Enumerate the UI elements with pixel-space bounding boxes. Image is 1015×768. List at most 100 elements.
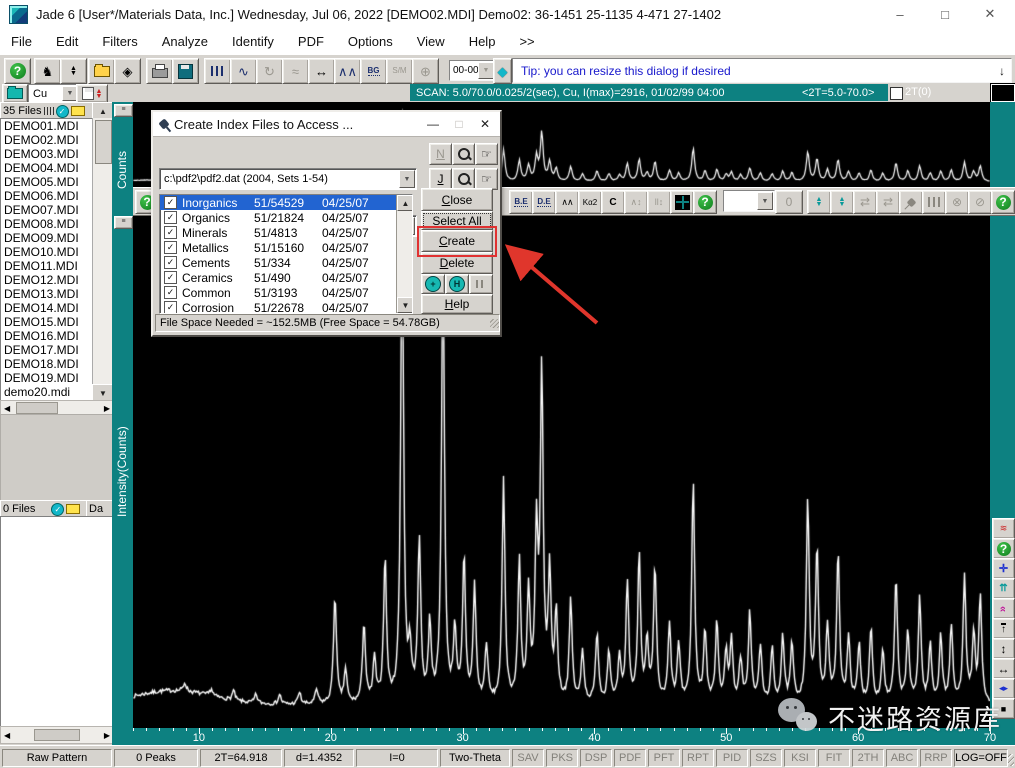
status-mode-2th[interactable]: 2TH: [852, 749, 884, 767]
kalpha2-button[interactable]: Kα2: [578, 190, 602, 214]
report-spinner-button[interactable]: ▲ ▼: [76, 84, 108, 103]
bars-up-button[interactable]: ll↕: [647, 190, 671, 214]
checkbox[interactable]: ✓: [164, 301, 177, 313]
file-list-item[interactable]: DEMO02.MDI: [1, 133, 93, 147]
status-mode-pft[interactable]: PFT: [648, 749, 680, 767]
menu-item-identify[interactable]: Identify: [232, 30, 274, 53]
file-list[interactable]: DEMO01.MDI DEMO02.MDI DEMO03.MDI DEMO04.MDI…: [0, 118, 94, 402]
file-list-item[interactable]: DEMO11.MDI: [1, 259, 93, 273]
file-list-item[interactable]: demo20.mdi: [1, 385, 93, 399]
checkbox[interactable]: ✓: [164, 256, 177, 269]
file-list-item[interactable]: DEMO19.MDI: [1, 371, 93, 385]
menu-item-analyze[interactable]: Analyze: [162, 30, 208, 53]
file-list-item[interactable]: DEMO15.MDI: [1, 315, 93, 329]
pattern-view-button[interactable]: [204, 58, 231, 84]
pin-view-button[interactable]: [899, 190, 923, 214]
file-list-item[interactable]: DEMO09.MDI: [1, 231, 93, 245]
menu-item-edit[interactable]: Edit: [56, 30, 78, 53]
database-row[interactable]: ✓ Common 51/3193 04/25/07: [160, 285, 397, 300]
histogram-button[interactable]: [922, 190, 946, 214]
vertical-scale-button[interactable]: ↕: [992, 638, 1015, 659]
status-mode-pdf[interactable]: PDF: [614, 749, 646, 767]
create-index-dialog[interactable]: Create Index Files to Access ... — □ ✕ c…: [151, 110, 502, 337]
home-database-button[interactable]: H: [445, 274, 469, 294]
status-mode-pid[interactable]: PID: [716, 749, 748, 767]
help-button[interactable]: ?: [992, 538, 1015, 559]
close-button[interactable]: ✕: [975, 2, 1005, 26]
diffraction-edit-button[interactable]: D.E: [532, 190, 556, 214]
file-list-item[interactable]: DEMO17.MDI: [1, 343, 93, 357]
zero-button[interactable]: 0: [775, 190, 803, 214]
profile-fit-button[interactable]: ∿: [230, 58, 257, 84]
status-mode-sav[interactable]: SAV: [512, 749, 544, 767]
sort-button[interactable]: ▲ ▼: [60, 58, 87, 84]
move-all-button[interactable]: ✛: [992, 558, 1015, 579]
file-list2[interactable]: [0, 516, 114, 728]
open-file-button[interactable]: [88, 58, 115, 84]
file-list-item[interactable]: DEMO16.MDI: [1, 329, 93, 343]
help-dialog-button[interactable]: Help: [421, 294, 493, 314]
display-toggle-button[interactable]: [991, 84, 1015, 102]
chevron-down-icon[interactable]: ▼: [478, 62, 494, 79]
scrollbar-thumb[interactable]: [95, 120, 112, 164]
folder-icon[interactable]: [66, 504, 81, 514]
scale-up-button[interactable]: ⇈: [992, 578, 1015, 599]
dialog-minimize-button[interactable]: —: [420, 115, 446, 133]
resize-grip[interactable]: [490, 318, 499, 328]
search-index-button[interactable]: [452, 168, 475, 190]
clock-button[interactable]: ⊗: [945, 190, 969, 214]
scroll-left-icon[interactable]: ◀: [1, 731, 10, 740]
file-list-item[interactable]: DEMO12.MDI: [1, 273, 93, 287]
status-mode-rpt[interactable]: RPT: [682, 749, 714, 767]
scrollbar-thumb[interactable]: [16, 402, 58, 414]
status-cell[interactable]: d=1.4352: [284, 749, 354, 767]
help-button[interactable]: ?: [991, 190, 1015, 214]
save-button[interactable]: [172, 58, 199, 84]
intensity-up-down-button[interactable]: ▲ ▼: [807, 190, 831, 214]
file-list-item[interactable]: DEMO05.MDI: [1, 175, 93, 189]
file-list-item[interactable]: DEMO03.MDI: [1, 147, 93, 161]
range-up-down-button[interactable]: ▲ ▼: [830, 190, 854, 214]
background-edit-button[interactable]: B.E: [509, 190, 533, 214]
file-list-vscrollbar[interactable]: [92, 118, 113, 384]
menu-item-[interactable]: >>: [519, 30, 534, 53]
checkbox[interactable]: ✓: [164, 241, 177, 254]
dialog-close-button[interactable]: ✕: [472, 115, 498, 133]
database-row[interactable]: ✓ Ceramics 51/490 04/25/07: [160, 270, 397, 285]
horizontal-scale-button[interactable]: ↔: [992, 658, 1015, 679]
full-range-button[interactable]: ≋: [992, 518, 1015, 539]
pdf-number-combo[interactable]: 00-0000 ▼: [449, 60, 496, 81]
status-mode-szs[interactable]: SZS: [750, 749, 782, 767]
menu-item-file[interactable]: File: [11, 30, 32, 53]
spinner-arrows-icon[interactable]: ▲ ▼: [96, 88, 103, 100]
pane-handle-icon[interactable]: ≡: [114, 104, 133, 117]
database-row[interactable]: ✓ Cements 51/334 04/25/07: [160, 255, 397, 270]
peak-find-button[interactable]: ∧∧: [334, 58, 361, 84]
file-list2-hscrollbar[interactable]: ◀ ▶: [0, 726, 114, 744]
pdf-database-combo[interactable]: c:\pdf2\pdf2.dat (2004, Sets 1-54) ▼: [159, 168, 417, 190]
maximize-button[interactable]: □: [930, 2, 960, 26]
menu-item-options[interactable]: Options: [348, 30, 393, 53]
scrollbar-thumb[interactable]: [34, 729, 80, 741]
status-cell[interactable]: Raw Pattern: [2, 749, 112, 767]
gem-button[interactable]: ◆: [493, 58, 512, 84]
status-cell[interactable]: 0 Peaks: [114, 749, 198, 767]
help-button[interactable]: ?: [693, 190, 717, 214]
chevron-down-icon[interactable]: ▼: [399, 170, 415, 188]
file-list-item[interactable]: DEMO06.MDI: [1, 189, 93, 203]
background-button[interactable]: BG: [360, 58, 387, 84]
pushpin-icon[interactable]: [158, 118, 170, 130]
status-log-toggle[interactable]: LOG=OFF: [954, 749, 1008, 767]
crystallite-button[interactable]: C: [601, 190, 625, 214]
anode-combo[interactable]: Cu ▼: [28, 84, 80, 103]
j-button[interactable]: J: [429, 168, 452, 190]
chart-database-button[interactable]: [469, 274, 493, 294]
file-list-item[interactable]: DEMO14.MDI: [1, 301, 93, 315]
zero-offset-checkbox[interactable]: [890, 87, 903, 100]
file-list-item[interactable]: DEMO07.MDI: [1, 203, 93, 217]
file-list-item[interactable]: DEMO10.MDI: [1, 245, 93, 259]
status-mode-dsp[interactable]: DSP: [580, 749, 612, 767]
locate-pdf-button[interactable]: ☞: [475, 143, 498, 165]
database-row[interactable]: ✓ Corrosion 51/22678 04/25/07: [160, 300, 397, 313]
file-list-item[interactable]: DEMO13.MDI: [1, 287, 93, 301]
